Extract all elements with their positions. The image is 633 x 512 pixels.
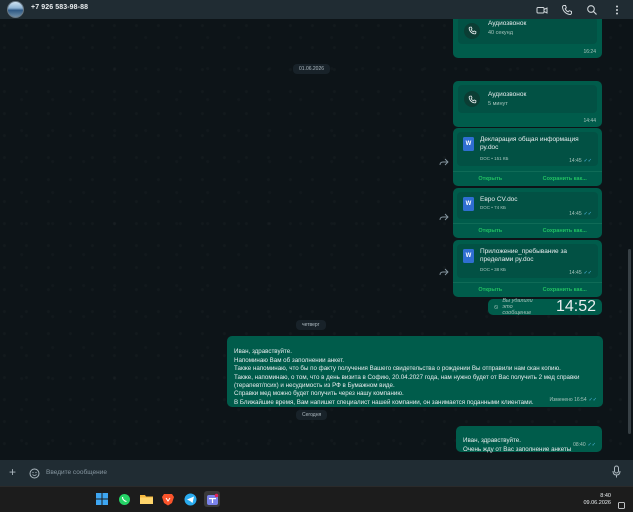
call-card: Аудиозвонок 5 минут bbox=[458, 85, 597, 113]
menu-dots-icon[interactable] bbox=[611, 3, 623, 15]
document-actions: Открыть Сохранить как... bbox=[453, 282, 602, 297]
message-time: 14:44 bbox=[583, 118, 596, 124]
search-icon[interactable] bbox=[586, 3, 598, 15]
document-actions: Открыть Сохранить как... bbox=[453, 171, 602, 186]
open-button[interactable]: Открыть bbox=[453, 172, 528, 186]
windows-taskbar: 8:40 09.06.2026 bbox=[0, 486, 633, 512]
message-time: 14:45 ✓✓ bbox=[569, 158, 592, 164]
document-meta: DOC • 151 КБ bbox=[480, 156, 509, 161]
forward-icon[interactable] bbox=[439, 208, 449, 221]
system-clock[interactable]: 8:40 09.06.2026 bbox=[583, 493, 611, 507]
forward-icon[interactable] bbox=[439, 153, 449, 166]
document-message[interactable]: W Евро CV.doc DOC • 74 КБ 14:45 ✓✓ Открыт… bbox=[453, 188, 602, 238]
call-title: Аудиозвонок bbox=[488, 20, 527, 27]
document-message[interactable]: W Приложение_пребывание за пределами ру.… bbox=[453, 240, 602, 297]
clock-time: 8:40 bbox=[600, 493, 611, 499]
video-call-icon[interactable] bbox=[536, 3, 548, 15]
call-duration: 40 секунд bbox=[488, 30, 513, 36]
notification-icon[interactable] bbox=[618, 496, 625, 509]
deleted-message[interactable]: Вы удалили это сообщение 14:52 bbox=[488, 298, 602, 316]
contact-name[interactable]: +7 926 583-98-88 bbox=[31, 4, 88, 11]
document-name: Декларация общая информация ру.doc bbox=[480, 136, 579, 151]
file-explorer-icon[interactable] bbox=[138, 491, 154, 507]
windows-start-icon[interactable] bbox=[94, 491, 110, 507]
word-doc-icon: W bbox=[463, 197, 474, 211]
call-duration: 5 минут bbox=[488, 101, 508, 107]
save-as-button[interactable]: Сохранить как... bbox=[528, 172, 603, 186]
blocked-icon bbox=[494, 305, 499, 309]
read-check-icon: ✓✓ bbox=[583, 158, 592, 164]
message-time: 14:45 ✓✓ bbox=[569, 270, 592, 276]
document-name: Приложение_пребывание за пределами ру.do… bbox=[480, 248, 568, 263]
message-time: Изменено 16:54 ✓✓ bbox=[549, 396, 597, 403]
phone-icon bbox=[464, 91, 480, 107]
brave-browser-icon[interactable] bbox=[160, 491, 176, 507]
date-separator: Сегодня bbox=[296, 410, 328, 420]
date-separator: четверг bbox=[296, 320, 326, 330]
microphone-icon[interactable] bbox=[612, 465, 621, 478]
save-as-button[interactable]: Сохранить как... bbox=[528, 224, 603, 238]
call-title: Аудиозвонок bbox=[488, 91, 527, 98]
message-time: 14:52 bbox=[555, 298, 596, 315]
emoji-icon[interactable] bbox=[29, 466, 40, 479]
document-card[interactable]: W Приложение_пребывание за пределами ру.… bbox=[457, 244, 598, 278]
open-button[interactable]: Открыть bbox=[453, 224, 528, 238]
voice-call-icon[interactable] bbox=[561, 3, 573, 16]
audio-call-message[interactable]: Аудиозвонок 40 секунд 16:24 bbox=[453, 19, 602, 58]
taskbar-apps bbox=[94, 491, 220, 507]
document-card[interactable]: W Декларация общая информация ру.doc DOC… bbox=[457, 132, 598, 166]
word-doc-icon: W bbox=[463, 137, 474, 151]
header-actions bbox=[536, 3, 623, 16]
call-card: Аудиозвонок 40 секунд bbox=[458, 19, 597, 44]
document-name: Евро CV.doc bbox=[480, 196, 518, 203]
forward-icon[interactable] bbox=[439, 263, 449, 276]
message-time: 16:24 bbox=[583, 49, 596, 55]
read-check-icon: ✓✓ bbox=[587, 441, 596, 448]
message-time: 14:45 ✓✓ bbox=[569, 211, 592, 217]
word-doc-icon: W bbox=[463, 249, 474, 263]
document-message[interactable]: W Декларация общая информация ру.doc DOC… bbox=[453, 128, 602, 186]
text-message[interactable]: Иван, здравствуйте. Очень жду от Вас зап… bbox=[456, 426, 602, 453]
date-separator: 01.06.2026 bbox=[293, 64, 331, 74]
message-time: 08:40 ✓✓ bbox=[573, 441, 596, 448]
read-check-icon: ✓✓ bbox=[588, 396, 597, 403]
avatar[interactable] bbox=[7, 1, 24, 18]
message-composer: + bbox=[0, 460, 633, 486]
clock-date: 09.06.2026 bbox=[583, 500, 611, 506]
whatsapp-icon[interactable] bbox=[116, 491, 132, 507]
document-meta: DOC • 74 КБ bbox=[480, 205, 506, 210]
phone-icon bbox=[464, 22, 480, 39]
message-input[interactable] bbox=[46, 465, 586, 479]
audio-call-message[interactable]: Аудиозвонок 5 минут 14:44 bbox=[453, 81, 602, 127]
save-as-button[interactable]: Сохранить как... bbox=[528, 283, 603, 297]
chat-area[interactable]: Аудиозвонок 40 секунд 16:24 01.06.2026 А… bbox=[0, 19, 633, 460]
chat-header: +7 926 583-98-88 bbox=[0, 0, 633, 19]
open-button[interactable]: Открыть bbox=[453, 283, 528, 297]
text-message[interactable]: Иван, здравствуйте. Напоминаю Вам об зап… bbox=[227, 336, 603, 407]
read-check-icon: ✓✓ bbox=[583, 270, 592, 276]
telegram-icon[interactable] bbox=[182, 491, 198, 507]
document-meta: DOC • 38 КБ bbox=[480, 267, 506, 272]
message-text: Иван, здравствуйте. Напоминаю Вам об зап… bbox=[234, 348, 580, 406]
teams-icon[interactable] bbox=[204, 491, 220, 507]
scrollbar[interactable] bbox=[628, 249, 631, 434]
document-actions: Открыть Сохранить как... bbox=[453, 223, 602, 238]
read-check-icon: ✓✓ bbox=[583, 211, 592, 217]
document-card[interactable]: W Евро CV.doc DOC • 74 КБ 14:45 ✓✓ bbox=[457, 192, 598, 219]
message-text: Иван, здравствуйте. Очень жду от Вас зап… bbox=[463, 437, 572, 453]
deleted-text: Вы удалили это сообщение bbox=[502, 298, 533, 316]
attach-plus-icon[interactable]: + bbox=[9, 465, 16, 479]
